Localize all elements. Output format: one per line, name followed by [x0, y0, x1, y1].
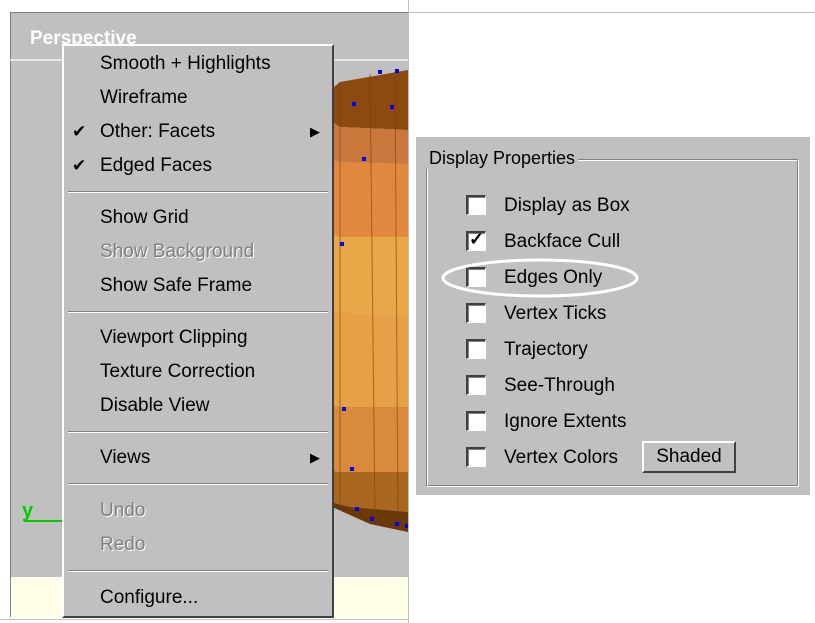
menu-item-label: Other: Facets — [100, 121, 216, 142]
checkmark-icon: ✔ — [72, 156, 87, 175]
checkbox-checked[interactable]: ✓ — [466, 229, 486, 251]
menu-separator — [68, 483, 328, 485]
option-label: Vertex Colors — [504, 447, 619, 468]
menu-item-disable-view[interactable]: Disable View — [64, 391, 332, 421]
menu-item-label: Show Background — [100, 241, 255, 262]
menu-item-undo: Undo — [64, 496, 332, 526]
menu-item-redo: Redo — [64, 530, 332, 560]
option-label: Ignore Extents — [504, 411, 627, 432]
menu-item-label: Views — [100, 447, 151, 468]
menu-item-views[interactable]: Views ▶ — [64, 443, 332, 473]
submenu-arrow-icon: ▶ — [310, 124, 320, 139]
menu-item-label: Redo — [100, 534, 146, 555]
menu-item-viewport-clipping[interactable]: Viewport Clipping — [64, 323, 332, 353]
checkbox[interactable] — [466, 339, 486, 359]
checkbox[interactable] — [466, 375, 486, 395]
menu-item-label: Show Grid — [100, 207, 189, 228]
menu-item-show-safe-frame[interactable]: Show Safe Frame — [64, 271, 332, 301]
checkbox[interactable] — [466, 411, 486, 431]
menu-item-label: Undo — [100, 500, 146, 521]
menu-item-label: Edged Faces — [100, 155, 212, 176]
menu-item-label: Smooth + Highlights — [100, 53, 271, 74]
menu-separator — [68, 191, 328, 193]
axis-indicator — [24, 520, 64, 522]
menu-item-label: Configure... — [100, 587, 199, 608]
option-label: Backface Cull — [504, 231, 621, 252]
option-label: Display as Box — [504, 195, 630, 216]
menu-separator — [68, 431, 328, 433]
divider-vertical — [408, 0, 409, 623]
menu-item-wireframe[interactable]: Wireframe — [64, 83, 332, 113]
checkbox[interactable] — [466, 447, 486, 467]
checkmark-icon: ✔ — [72, 122, 87, 141]
group-title: Display Properties — [426, 148, 579, 169]
submenu-arrow-icon: ▶ — [310, 450, 320, 465]
menu-item-texture-correction[interactable]: Texture Correction — [64, 357, 332, 387]
checkbox[interactable] — [466, 303, 486, 323]
viewport-context-menu: Smooth + Highlights Wireframe ✔ Other: F… — [62, 44, 334, 618]
divider-top — [409, 12, 815, 13]
menu-item-smooth-highlights[interactable]: Smooth + Highlights — [64, 49, 332, 79]
menu-item-configure[interactable]: Configure... — [64, 583, 332, 613]
menu-item-label: Viewport Clipping — [100, 327, 248, 348]
menu-item-label: Show Safe Frame — [100, 275, 253, 296]
menu-separator — [68, 311, 328, 313]
option-label: Trajectory — [504, 339, 588, 360]
option-label: See-Through — [504, 375, 615, 396]
option-label: Vertex Ticks — [504, 303, 607, 324]
menu-item-label: Texture Correction — [100, 361, 256, 382]
shaded-button[interactable]: Shaded — [642, 441, 736, 473]
checkbox[interactable] — [466, 195, 486, 215]
highlight-ellipse — [441, 258, 639, 298]
menu-item-show-background: Show Background — [64, 237, 332, 267]
menu-item-edged-faces[interactable]: ✔ Edged Faces — [64, 151, 332, 181]
menu-item-label: Disable View — [100, 395, 210, 416]
menu-item-other-facets[interactable]: ✔ Other: Facets ▶ — [64, 117, 332, 147]
divider-bottom — [0, 619, 409, 620]
menu-separator — [68, 570, 328, 572]
menu-item-show-grid[interactable]: Show Grid — [64, 203, 332, 233]
menu-item-label: Wireframe — [100, 87, 188, 108]
checkmark-icon: ✓ — [469, 229, 485, 249]
